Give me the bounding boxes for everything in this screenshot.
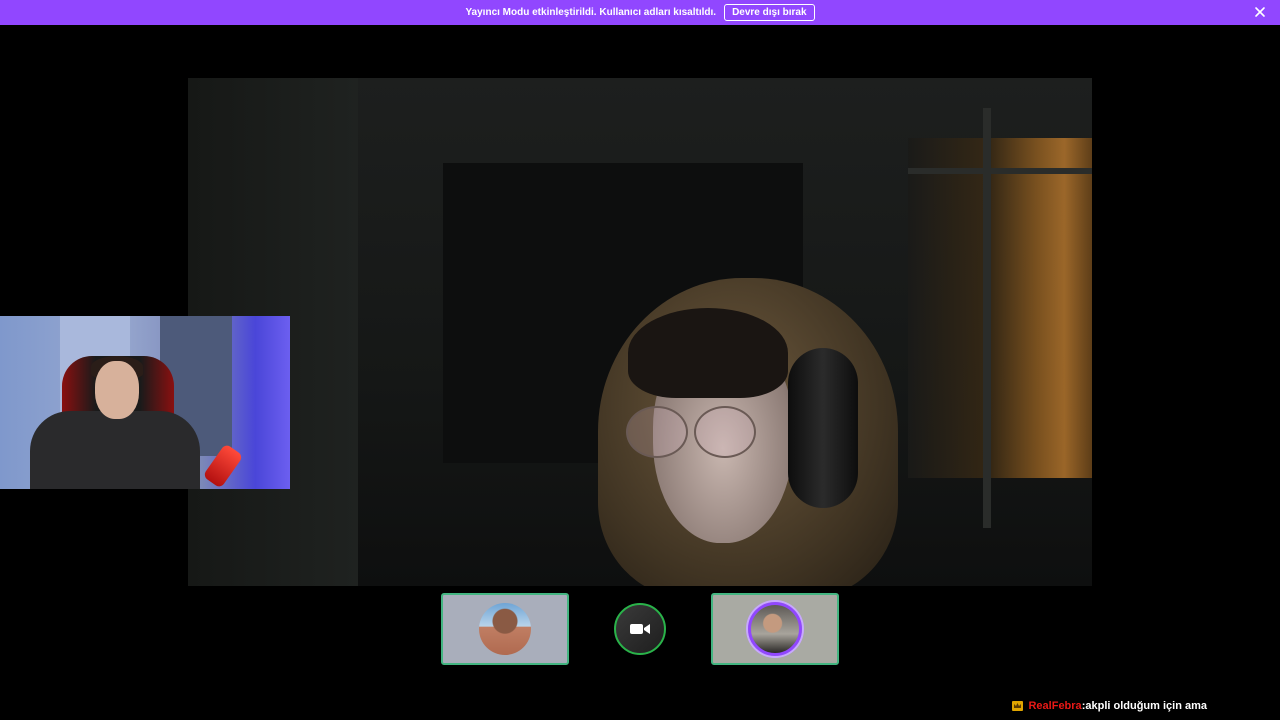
chat-message: RealFebra : akpli olduğum için ama — [1012, 700, 1207, 712]
chat-text: akpli olduğum için ama — [1085, 700, 1207, 712]
window-frame — [908, 168, 1092, 174]
glasses-right — [694, 406, 756, 458]
streamer-webcam — [0, 316, 290, 489]
banner-message: Yayıncı Modu etkinleştirildi. Kullanıcı … — [465, 7, 717, 18]
participant-tile-1[interactable] — [441, 593, 569, 665]
streamer-mode-banner: Yayıncı Modu etkinleştirildi. Kullanıcı … — [0, 0, 1280, 25]
headphone — [788, 348, 858, 508]
main-video-feed[interactable] — [188, 78, 1092, 586]
video-background-window — [908, 138, 1092, 478]
video-camera-icon — [630, 624, 650, 634]
disable-streamer-mode-button[interactable]: Devre dışı bırak — [724, 4, 815, 21]
streamer-head — [95, 361, 139, 419]
avatar — [479, 603, 531, 655]
crown-icon — [1012, 701, 1024, 711]
chat-username[interactable]: RealFebra — [1028, 700, 1081, 712]
participant-tile-2[interactable] — [576, 593, 704, 665]
avatar — [614, 603, 666, 655]
participant-tile-3[interactable] — [711, 593, 839, 665]
glasses-left — [626, 406, 688, 458]
participant-hair — [628, 308, 788, 398]
close-icon[interactable] — [1253, 5, 1267, 19]
avatar — [748, 602, 802, 656]
streamer-body — [30, 411, 200, 489]
